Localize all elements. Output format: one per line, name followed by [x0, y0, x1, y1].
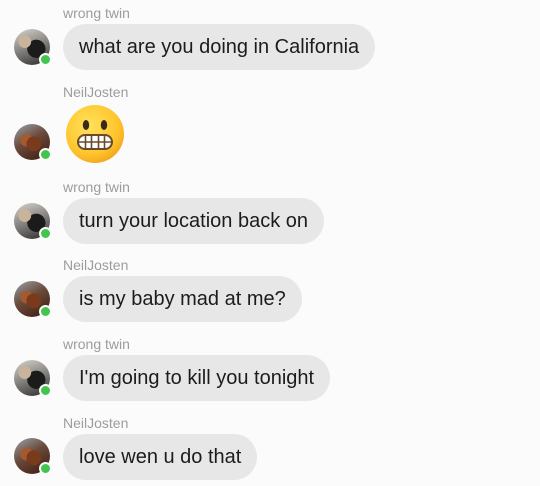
message-bubble[interactable]: what are you doing in California	[63, 24, 376, 70]
message-bubble[interactable]: is my baby mad at me?	[63, 276, 302, 322]
grimacing-face-emoji[interactable]	[65, 104, 125, 164]
message-bubble[interactable]: I'm going to kill you tonight	[63, 355, 331, 401]
sender-name: wrong twin	[63, 179, 130, 195]
sender-name: wrong twin	[63, 5, 130, 21]
avatar[interactable]	[14, 438, 52, 475]
avatar[interactable]	[14, 124, 52, 161]
sender-name: NeilJosten	[63, 84, 129, 100]
sender-name: NeilJosten	[63, 257, 129, 273]
avatar[interactable]	[14, 203, 52, 240]
sender-name: wrong twin	[63, 336, 130, 352]
avatar[interactable]	[14, 281, 52, 318]
online-status-indicator	[39, 227, 52, 240]
avatar[interactable]	[14, 29, 52, 66]
online-status-indicator	[39, 305, 52, 318]
online-status-indicator	[39, 384, 52, 397]
sender-name: NeilJosten	[63, 415, 129, 431]
online-status-indicator	[39, 53, 52, 66]
message-bubble[interactable]: turn your location back on	[63, 198, 325, 244]
avatar[interactable]	[14, 360, 52, 397]
online-status-indicator	[39, 462, 52, 475]
online-status-indicator	[39, 148, 52, 161]
message-bubble[interactable]: love wen u do that	[63, 434, 258, 480]
chat-thread: wrong twin what are you doing in Califor…	[0, 0, 540, 486]
